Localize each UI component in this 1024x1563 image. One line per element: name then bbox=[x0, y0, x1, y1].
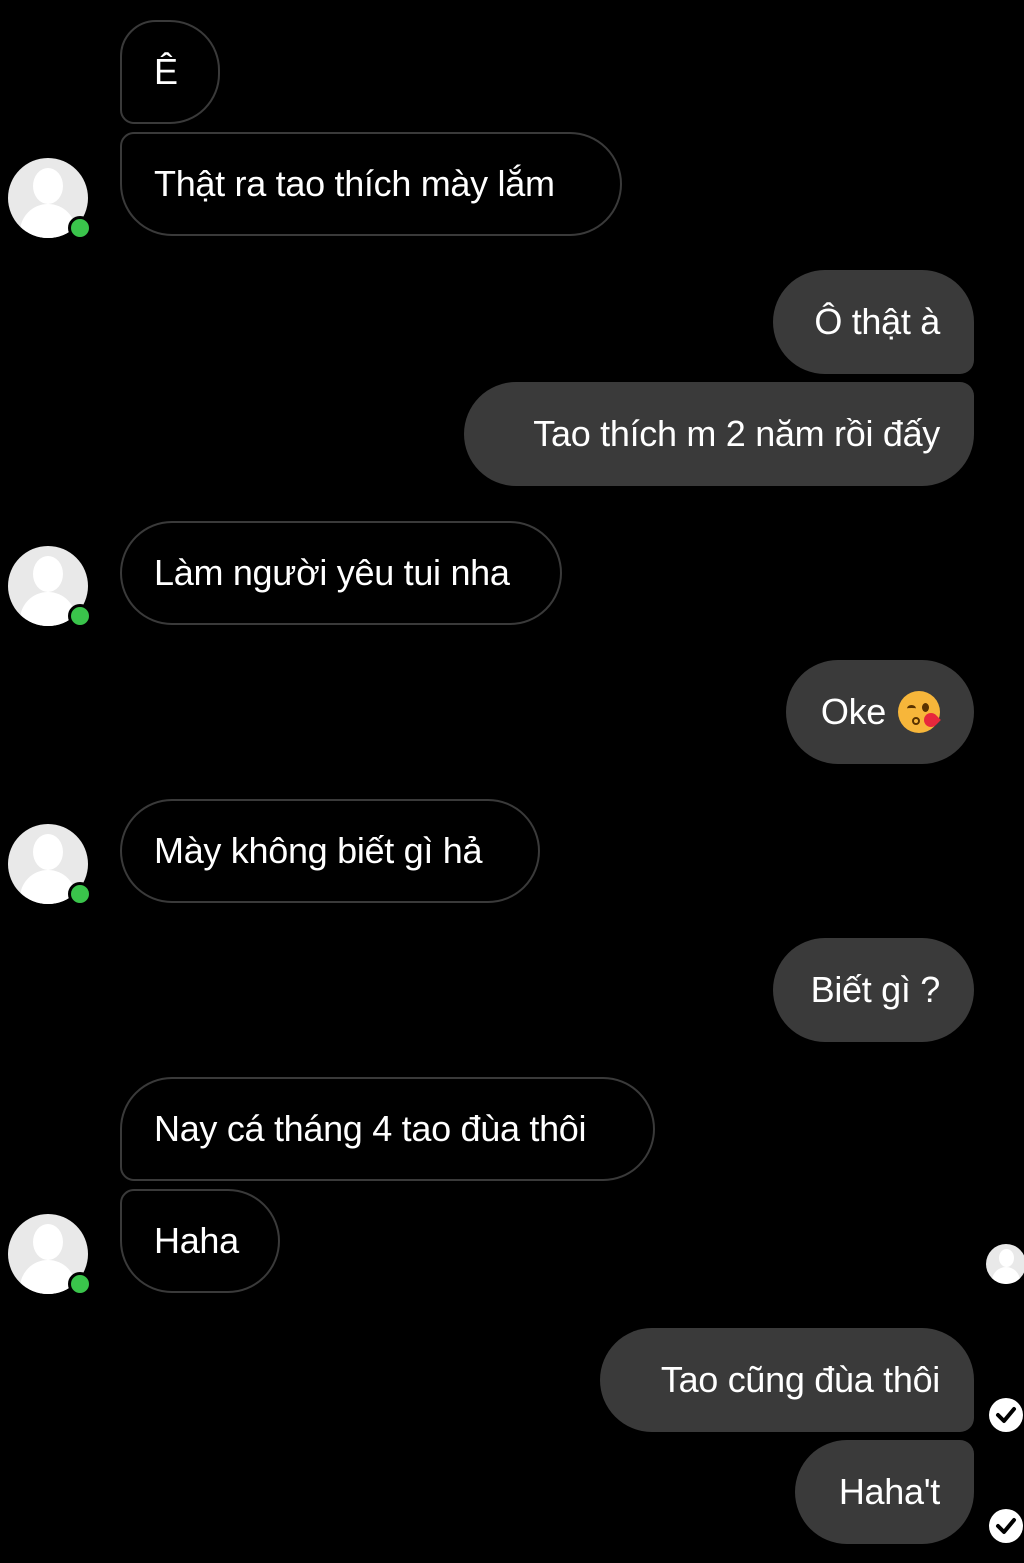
sender-avatar[interactable] bbox=[8, 546, 98, 636]
chat-thread: Ê Thật ra tao thích mày lắm Ô thật à Tao… bbox=[0, 0, 1024, 1563]
message-text: Tao cũng đùa thôi bbox=[660, 1359, 940, 1400]
message-text: Tao thích m 2 năm rồi đấy bbox=[533, 413, 940, 454]
message-bubble-outgoing[interactable]: Tao thích m 2 năm rồi đấy bbox=[464, 382, 974, 486]
sent-check-icon bbox=[989, 1509, 1023, 1543]
message-text: Làm người yêu tui nha bbox=[154, 552, 510, 593]
sent-check-icon bbox=[989, 1398, 1023, 1432]
message-bubble-incoming[interactable]: Thật ra tao thích mày lắm bbox=[120, 132, 622, 236]
sender-avatar[interactable] bbox=[8, 824, 98, 914]
message-bubble-outgoing[interactable]: Tao cũng đùa thôi bbox=[600, 1328, 974, 1432]
sender-avatar[interactable] bbox=[8, 158, 98, 248]
message-bubble-incoming[interactable]: Haha bbox=[120, 1189, 280, 1293]
message-text: Oke bbox=[820, 691, 886, 732]
message-bubble-incoming[interactable]: Làm người yêu tui nha bbox=[120, 521, 562, 625]
sender-avatar[interactable] bbox=[8, 1214, 98, 1304]
message-text: Thật ra tao thích mày lắm bbox=[154, 163, 555, 204]
message-text: Ê bbox=[154, 51, 178, 92]
message-text: Nay cá tháng 4 tao đùa thôi bbox=[154, 1108, 587, 1149]
message-bubble-incoming[interactable]: Ê bbox=[120, 20, 220, 124]
message-text: Mày không biết gì hả bbox=[154, 830, 483, 871]
online-status-icon bbox=[68, 1272, 92, 1296]
kissing-heart-emoji-icon bbox=[898, 691, 941, 733]
message-bubble-outgoing[interactable]: Haha't bbox=[795, 1440, 974, 1544]
message-text: Haha't bbox=[838, 1471, 940, 1512]
message-bubble-outgoing[interactable]: Biết gì ? bbox=[773, 938, 974, 1042]
message-text: Haha bbox=[154, 1220, 239, 1261]
online-status-icon bbox=[68, 882, 92, 906]
seen-avatar-icon bbox=[986, 1244, 1024, 1284]
message-text: Biết gì ? bbox=[810, 969, 941, 1010]
message-bubble-outgoing[interactable]: Ô thật à bbox=[773, 270, 974, 374]
online-status-icon bbox=[68, 604, 92, 628]
online-status-icon bbox=[68, 216, 92, 240]
message-bubble-incoming[interactable]: Nay cá tháng 4 tao đùa thôi bbox=[120, 1077, 655, 1181]
message-bubble-incoming[interactable]: Mày không biết gì hả bbox=[120, 799, 540, 903]
message-bubble-outgoing[interactable]: Oke bbox=[786, 660, 974, 764]
message-text: Ô thật à bbox=[814, 301, 940, 342]
